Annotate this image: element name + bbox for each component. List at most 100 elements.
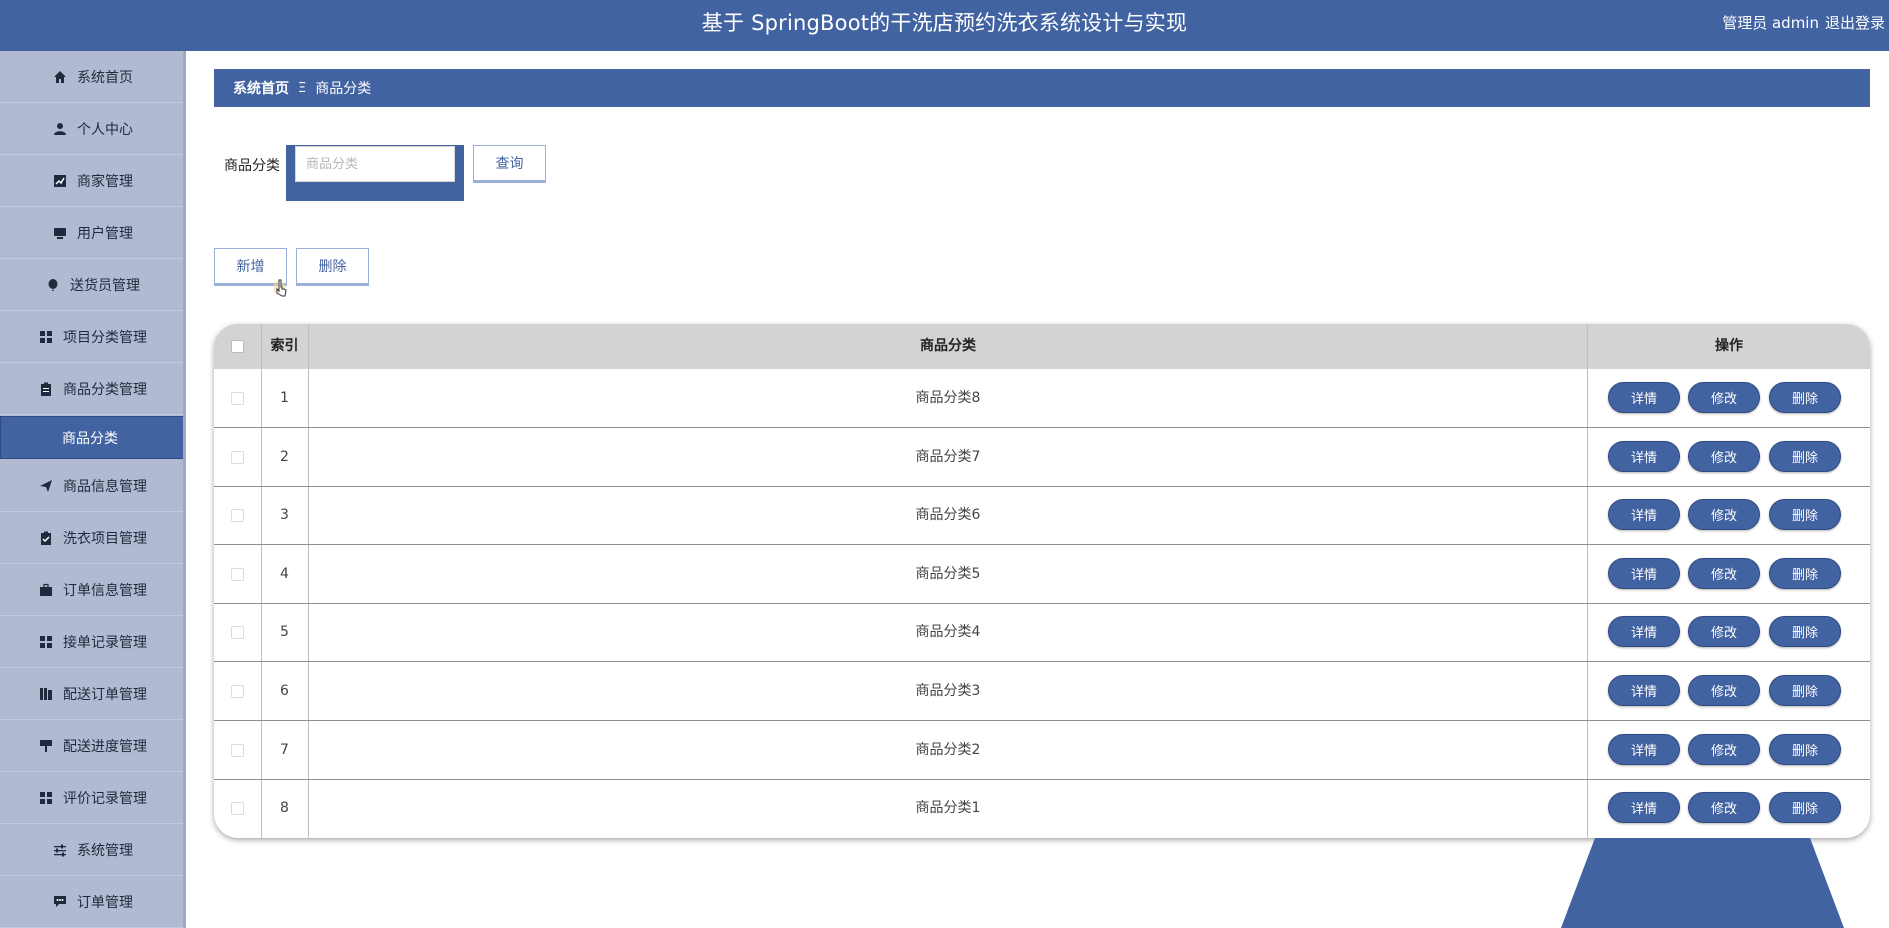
sidebar-item-label: 订单管理: [77, 894, 133, 911]
row-checkbox[interactable]: [231, 626, 244, 640]
breadcrumb-current: 商品分类: [315, 81, 372, 97]
sidebar-item-16[interactable]: 系统管理: [0, 824, 186, 876]
delete-button[interactable]: 删除: [1769, 616, 1841, 648]
sidebar-item-4[interactable]: 用户管理: [0, 207, 186, 259]
sidebar-item-label: 系统首页: [77, 69, 133, 86]
sidebar-item-3[interactable]: 商家管理: [0, 155, 186, 207]
sidebar-item-6[interactable]: 项目分类管理: [0, 311, 186, 363]
current-user: 管理员 admin: [1722, 14, 1819, 32]
sidebar-item-label: 用户管理: [77, 225, 133, 242]
sidebar-item-label: 评价记录管理: [63, 790, 147, 807]
chart-icon: [53, 174, 67, 188]
sidebar-item-10[interactable]: 洗衣项目管理: [0, 512, 186, 564]
row-checkbox[interactable]: [231, 743, 244, 757]
table-header: 索引 商品分类 操作: [214, 324, 1870, 369]
select-all-checkbox[interactable]: [231, 340, 244, 353]
table-row: 6 商品分类3 详情 修改 删除: [214, 662, 1870, 721]
row-index: 4: [280, 565, 289, 582]
clipboard-check-icon: [39, 531, 53, 545]
detail-button[interactable]: 详情: [1608, 440, 1680, 472]
sidebar-item-7[interactable]: 商品分类管理: [0, 363, 186, 415]
edit-button[interactable]: 修改: [1688, 616, 1760, 648]
delete-button[interactable]: 删除: [1769, 440, 1841, 472]
batch-delete-button[interactable]: 删除: [296, 248, 369, 286]
table-row: 5 商品分类4 详情 修改 删除: [214, 603, 1870, 663]
row-category: 商品分类5: [915, 565, 981, 582]
delete-button[interactable]: 删除: [1769, 733, 1841, 765]
sidebar-item-label: 洗衣项目管理: [63, 530, 147, 547]
row-category: 商品分类2: [915, 741, 981, 758]
sidebar-item-label: 项目分类管理: [63, 329, 147, 346]
sidebar-menu: 系统首页个人中心商家管理用户管理送货员管理项目分类管理商品分类管理 商品分类 商品信…: [0, 51, 186, 928]
send-icon: [39, 479, 53, 493]
sidebar-item-1[interactable]: 系统首页: [0, 51, 186, 103]
detail-button[interactable]: 详情: [1608, 733, 1680, 765]
row-index: 6: [280, 683, 289, 699]
delete-button[interactable]: 删除: [1769, 557, 1841, 589]
row-index: 8: [280, 800, 289, 817]
query-button[interactable]: 查询: [473, 145, 546, 183]
detail-button[interactable]: 详情: [1608, 616, 1680, 648]
system-title: 基于 SpringBoot的干洗店预约洗衣系统设计与实现: [701, 11, 1188, 35]
breadcrumb-home-link[interactable]: 系统首页: [233, 78, 289, 98]
edit-button[interactable]: 修改: [1688, 733, 1760, 765]
row-checkbox[interactable]: [231, 685, 244, 698]
row-index: 2: [280, 448, 289, 465]
row-index: 5: [280, 624, 289, 641]
row-checkbox[interactable]: [231, 802, 244, 816]
delete-button[interactable]: 删除: [1769, 792, 1841, 824]
sidebar-item-label: 个人中心: [77, 121, 133, 138]
row-index: 3: [280, 507, 289, 524]
sidebar-item-12[interactable]: 接单记录管理: [0, 616, 186, 668]
row-checkbox[interactable]: [231, 567, 244, 581]
sidebar-item-14[interactable]: 配送进度管理: [0, 720, 186, 772]
sidebar-item-13[interactable]: 配送订单管理: [0, 668, 186, 720]
category-search-input[interactable]: [295, 146, 455, 182]
person-icon: [53, 122, 67, 136]
grid-icon: [39, 791, 53, 805]
delete-button[interactable]: 删除: [1769, 382, 1841, 413]
edit-button[interactable]: 修改: [1688, 675, 1760, 706]
row-checkbox[interactable]: [231, 509, 244, 523]
decorative-trapezoid: [1561, 838, 1844, 928]
column-header-index: 索引: [270, 338, 299, 354]
edit-button[interactable]: 修改: [1688, 382, 1760, 413]
edit-button[interactable]: 修改: [1688, 440, 1760, 472]
breadcrumb-separator: Ξ: [298, 80, 307, 96]
row-checkbox[interactable]: [231, 392, 244, 405]
sidebar-item-9[interactable]: 商品信息管理: [0, 460, 186, 512]
sidebar-item-label: 接单记录管理: [63, 634, 147, 651]
edit-button[interactable]: 修改: [1688, 792, 1760, 824]
delete-button[interactable]: 删除: [1769, 499, 1841, 531]
sidebar-item-15[interactable]: 评价记录管理: [0, 772, 186, 824]
table-row: 2 商品分类7 详情 修改 删除: [214, 428, 1870, 487]
detail-button[interactable]: 详情: [1608, 557, 1680, 589]
detail-button[interactable]: 详情: [1608, 792, 1680, 824]
clipboard-icon: [39, 382, 53, 396]
sidebar-item-label: 送货员管理: [70, 277, 140, 294]
row-checkbox[interactable]: [231, 450, 244, 464]
row-category: 商品分类1: [915, 800, 981, 817]
sidebar-item-label: 系统管理: [77, 842, 133, 859]
sidebar-item-11[interactable]: 订单信息管理: [0, 564, 186, 616]
detail-button[interactable]: 详情: [1608, 382, 1680, 413]
edit-button[interactable]: 修改: [1688, 557, 1760, 589]
sidebar-item-17[interactable]: 订单管理: [0, 876, 186, 928]
sidebar-item-5[interactable]: 送货员管理: [0, 259, 186, 311]
category-table: 索引 商品分类 操作 1 商品分类8 详情 修改 删除 2 商品分类7 详情 修改 删除 3 商品分类…: [214, 324, 1870, 838]
detail-button[interactable]: 详情: [1608, 499, 1680, 531]
detail-button[interactable]: 详情: [1608, 675, 1680, 706]
briefcase-icon: [39, 583, 53, 597]
logout-link[interactable]: 退出登录: [1825, 0, 1885, 46]
grid-icon: [39, 635, 53, 649]
edit-button[interactable]: 修改: [1688, 499, 1760, 531]
table-row: 4 商品分类5 详情 修改 删除: [214, 545, 1870, 604]
sidebar-item-2[interactable]: 个人中心: [0, 103, 186, 155]
grid-icon: [39, 330, 53, 344]
row-index: 1: [280, 390, 289, 406]
mouse-pointer-icon: [274, 279, 287, 297]
sidebar-item-label: 配送订单管理: [63, 686, 147, 703]
sidebar-item-8[interactable]: 商品分类: [0, 416, 186, 459]
signpost-icon: [39, 739, 53, 753]
delete-button[interactable]: 删除: [1769, 675, 1841, 706]
